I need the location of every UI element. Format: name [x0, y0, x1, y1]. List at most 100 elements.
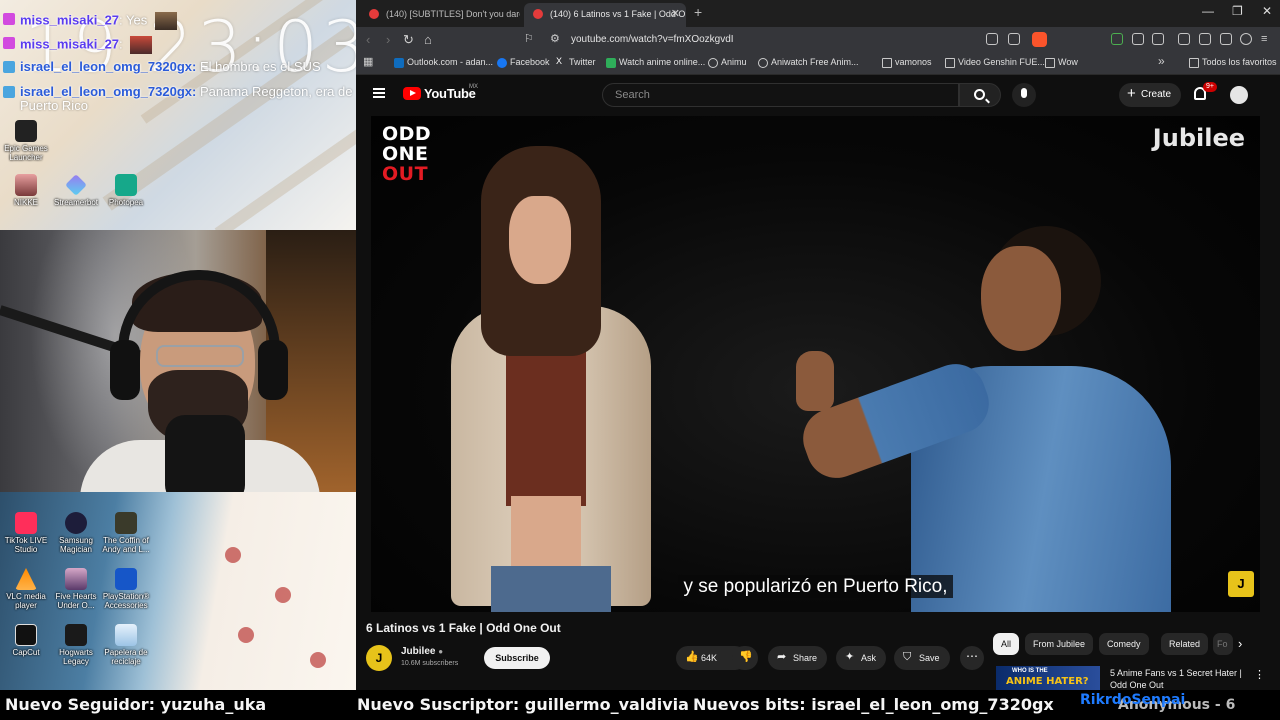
headphone-cup [258, 340, 288, 400]
menu-icon[interactable]: ≡ [1261, 33, 1273, 45]
reload-icon[interactable]: ↻ [403, 32, 414, 48]
bookmark-animu[interactable]: Animu [708, 57, 747, 68]
top [506, 336, 586, 506]
chip-more[interactable]: Fo [1213, 633, 1233, 655]
bookmark-facebook[interactable]: Facebook [497, 57, 550, 68]
bookmark-label: Twitter [569, 57, 596, 67]
chip-related[interactable]: Related [1161, 633, 1209, 655]
forward-icon[interactable]: › [386, 32, 390, 47]
site-info-icon[interactable]: ⚙ [550, 32, 560, 45]
more-vert-icon[interactable]: ⋮ [1254, 668, 1265, 681]
close-tab-icon[interactable]: ✕ [671, 3, 680, 25]
globe-icon [708, 58, 718, 68]
bookmark-outlook[interactable]: Outlook.com - adan... [394, 57, 493, 68]
chat-message: miss_misaki_27: [0, 36, 356, 54]
chip-all[interactable]: All [993, 633, 1020, 655]
cast-icon[interactable] [986, 33, 998, 45]
share-button[interactable]: ➦ Share [768, 646, 828, 670]
desktop-icon-label: Epic Games Launcher [4, 144, 48, 162]
desktop-icon-label: Photopea [108, 198, 144, 207]
voice-search-button[interactable] [1012, 83, 1036, 107]
close-window-icon[interactable]: ✕ [1262, 4, 1272, 18]
save-button[interactable]: ⛉ Save [894, 646, 950, 670]
bookmark-all-favorites[interactable]: Todos los favoritos [1189, 57, 1277, 68]
vpn-icon[interactable] [1240, 33, 1252, 45]
url-field[interactable]: youtube.com/watch?v=fmXOozkgvdI [571, 34, 734, 45]
extensions-icon[interactable] [1132, 33, 1144, 45]
desktop-icon-label: The Coffin of Andy and L... [102, 536, 150, 554]
wallet-icon[interactable] [1199, 33, 1211, 45]
bookmark-icon[interactable]: ⚐ [524, 32, 534, 45]
ask-button[interactable]: ✦ Ask [836, 646, 887, 670]
more-bookmarks-icon[interactable]: » [1158, 54, 1165, 68]
desktop-icon-recycle-bin[interactable]: Papelera de reciclaje [100, 624, 152, 666]
search-button[interactable] [959, 83, 1001, 107]
x-icon: X [556, 56, 563, 66]
bookmark-twitter[interactable]: X Twitter [556, 56, 596, 67]
vlc-icon [15, 568, 37, 590]
chat-username: miss_misaki_27 [20, 36, 120, 52]
ask-label: Ask [861, 653, 877, 663]
desktop-icon-samsung-magician[interactable]: Samsung Magician [50, 512, 102, 554]
channel-avatar[interactable]: J [366, 645, 392, 671]
desktop-icon-nikke[interactable]: NIKKE [0, 174, 52, 207]
minimize-icon[interactable]: — [1202, 4, 1214, 18]
bookmarks-bar: ▦ Outlook.com - adan... Facebook X Twitte… [356, 53, 1280, 75]
coffin-game-icon [115, 512, 137, 534]
maximize-icon[interactable]: ❐ [1232, 4, 1243, 18]
desktop-icon-five-hearts[interactable]: Five Hearts Under O... [50, 568, 102, 610]
recommended-thumbnail[interactable]: WHO IS THE ANIME HATER? [996, 666, 1100, 690]
logo-line: ODD [382, 123, 432, 145]
channel-name[interactable]: Jubilee ● [401, 646, 443, 657]
tab-subtitles-video[interactable]: (140) [SUBTITLES] Don't you dare for [360, 3, 520, 27]
desktop-icon-coffin[interactable]: The Coffin of Andy and L... [100, 512, 152, 554]
dislike-button[interactable]: 👎 [732, 646, 758, 670]
tab-current-video[interactable]: (140) 6 Latinos vs 1 Fake | Odd O ✕ [524, 3, 686, 27]
youtube-favicon-icon [533, 9, 543, 19]
bookmark-label: Facebook [510, 57, 550, 67]
aniwatch-icon [758, 58, 768, 68]
desktop-icon-photopea[interactable]: Photopea [100, 174, 152, 207]
leo-ai-icon[interactable] [1220, 33, 1232, 45]
apps-grid-icon[interactable]: ▦ [363, 55, 373, 68]
youtube-logo-icon[interactable] [403, 87, 421, 100]
bookmark-aniwatch[interactable]: Aniwatch Free Anim... [758, 57, 859, 68]
chevron-right-icon[interactable]: › [1238, 636, 1242, 651]
recommended-title[interactable]: 5 Anime Fans vs 1 Secret Hater | Odd One… [1110, 667, 1250, 690]
bookmark-folder-wow[interactable]: Wow [1045, 57, 1078, 68]
desktop-icon-epic-games[interactable]: Epic Games Launcher [0, 120, 52, 162]
desktop-icon-tiktok[interactable]: TikTok LIVE Studio [0, 512, 52, 554]
home-icon[interactable]: ⌂ [424, 32, 432, 47]
account-avatar[interactable] [1230, 86, 1248, 104]
youtube-wordmark[interactable]: YouTube [424, 86, 476, 101]
video-player[interactable]: ODD ONE OUT Jubilee y se popularizó en P… [371, 116, 1260, 612]
desktop-icon-hogwarts[interactable]: Hogwarts Legacy [50, 624, 102, 666]
chip-comedy[interactable]: Comedy [1099, 633, 1149, 655]
chip-from-jubilee[interactable]: From Jubilee [1025, 633, 1094, 655]
more-actions-icon[interactable]: ⋯ [960, 646, 984, 670]
outlook-icon [394, 58, 404, 68]
media-icon[interactable] [1178, 33, 1190, 45]
create-button[interactable]: Create [1119, 82, 1181, 107]
bookmark-folder-vamonos[interactable]: vamonos [882, 57, 932, 68]
menu-hamburger-icon[interactable] [373, 88, 385, 98]
bookmark-watch-anime[interactable]: Watch anime online... [606, 57, 705, 68]
desktop-icon-streamerbot[interactable]: Streamerbot [50, 174, 102, 207]
new-tab-icon[interactable]: + [694, 4, 702, 20]
video-title: 6 Latinos vs 1 Fake | Odd One Out [366, 621, 561, 635]
bookmark-label: vamonos [895, 57, 932, 67]
channel-watermark-icon[interactable]: J [1228, 571, 1254, 597]
desktop-icon-playstation[interactable]: PlayStation® Accessories [100, 568, 152, 610]
search-input[interactable]: Search [602, 83, 959, 107]
thumbs-down-icon: 👎 [739, 651, 753, 663]
bookmark-folder-genshin[interactable]: Video Genshin FUE... [945, 57, 1045, 68]
brave-shields-icon[interactable] [1032, 32, 1047, 47]
back-icon[interactable]: ‹ [366, 32, 370, 47]
extension-icon[interactable] [1111, 33, 1123, 45]
sidebar-icon[interactable] [1152, 33, 1164, 45]
desktop-icon-vlc[interactable]: VLC media player [0, 568, 52, 610]
subscribe-button[interactable]: Subscribe [484, 647, 550, 669]
desktop-icon-label: Streamerbot [53, 198, 99, 207]
desktop-icon-capcut[interactable]: CapCut [0, 624, 52, 657]
share-page-icon[interactable] [1008, 33, 1020, 45]
